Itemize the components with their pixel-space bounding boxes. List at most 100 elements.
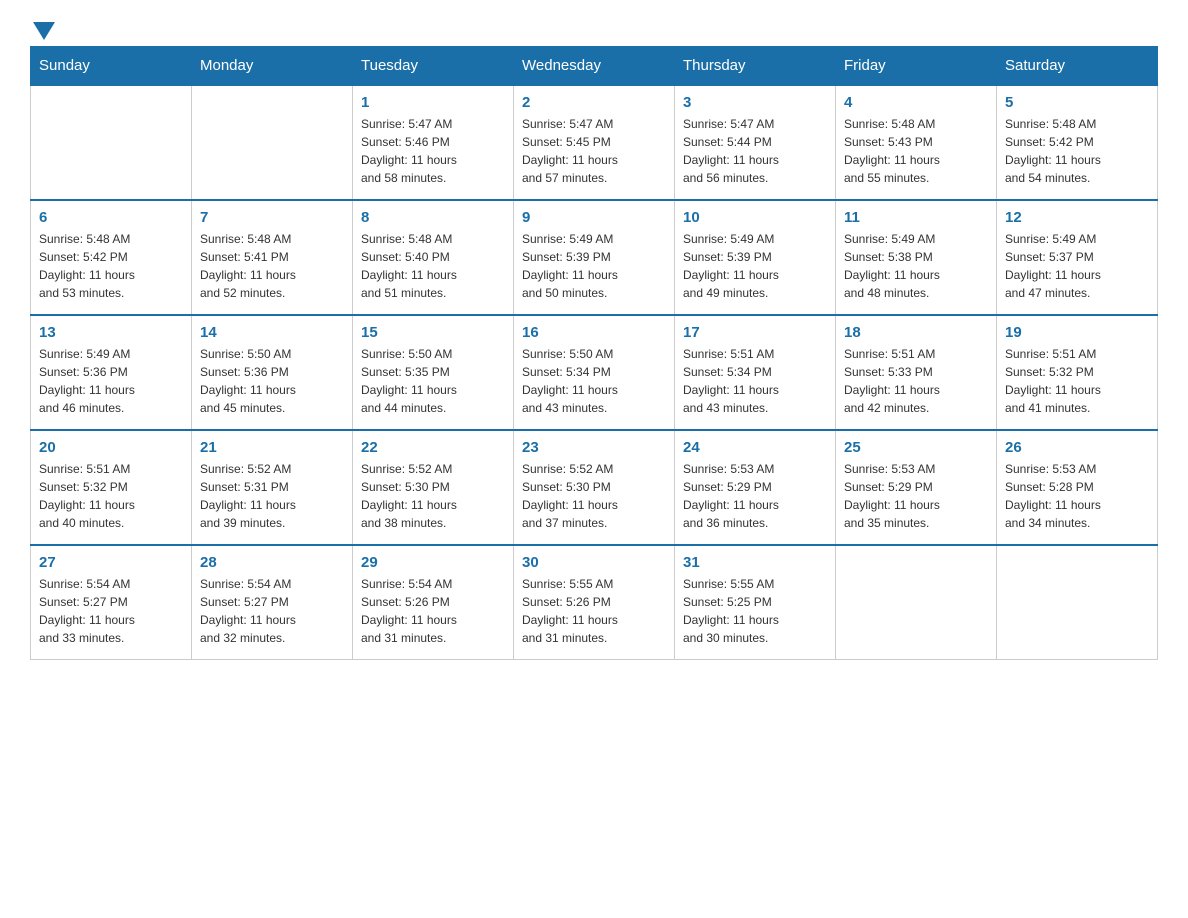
day-number: 31 <box>683 554 827 571</box>
day-info: Sunrise: 5:55 AM Sunset: 5:26 PM Dayligh… <box>522 575 666 647</box>
day-info: Sunrise: 5:54 AM Sunset: 5:27 PM Dayligh… <box>39 575 183 647</box>
day-cell-15: 15 Sunrise: 5:50 AM Sunset: 5:35 PM Dayli… <box>353 315 514 430</box>
day-cell-31: 31 Sunrise: 5:55 AM Sunset: 5:25 PM Dayli… <box>675 545 836 660</box>
day-number: 2 <box>522 94 666 111</box>
weekday-header-monday: Monday <box>192 47 353 86</box>
day-cell-14: 14 Sunrise: 5:50 AM Sunset: 5:36 PM Dayli… <box>192 315 353 430</box>
day-cell-17: 17 Sunrise: 5:51 AM Sunset: 5:34 PM Dayli… <box>675 315 836 430</box>
logo <box>30 20 55 36</box>
day-info: Sunrise: 5:48 AM Sunset: 5:42 PM Dayligh… <box>1005 115 1149 187</box>
day-info: Sunrise: 5:47 AM Sunset: 5:44 PM Dayligh… <box>683 115 827 187</box>
day-cell-11: 11 Sunrise: 5:49 AM Sunset: 5:38 PM Dayli… <box>836 200 997 315</box>
day-info: Sunrise: 5:54 AM Sunset: 5:27 PM Dayligh… <box>200 575 344 647</box>
day-number: 24 <box>683 439 827 456</box>
day-info: Sunrise: 5:47 AM Sunset: 5:45 PM Dayligh… <box>522 115 666 187</box>
day-info: Sunrise: 5:55 AM Sunset: 5:25 PM Dayligh… <box>683 575 827 647</box>
day-cell-19: 19 Sunrise: 5:51 AM Sunset: 5:32 PM Dayli… <box>997 315 1158 430</box>
day-info: Sunrise: 5:50 AM Sunset: 5:36 PM Dayligh… <box>200 345 344 417</box>
day-info: Sunrise: 5:49 AM Sunset: 5:39 PM Dayligh… <box>683 230 827 302</box>
day-number: 1 <box>361 94 505 111</box>
day-number: 19 <box>1005 324 1149 341</box>
day-cell-12: 12 Sunrise: 5:49 AM Sunset: 5:37 PM Dayli… <box>997 200 1158 315</box>
day-number: 3 <box>683 94 827 111</box>
day-info: Sunrise: 5:53 AM Sunset: 5:28 PM Dayligh… <box>1005 460 1149 532</box>
day-info: Sunrise: 5:48 AM Sunset: 5:40 PM Dayligh… <box>361 230 505 302</box>
weekday-header-row: SundayMondayTuesdayWednesdayThursdayFrid… <box>31 47 1158 86</box>
day-number: 5 <box>1005 94 1149 111</box>
day-cell-2: 2 Sunrise: 5:47 AM Sunset: 5:45 PM Daylig… <box>514 85 675 200</box>
day-number: 21 <box>200 439 344 456</box>
day-cell-3: 3 Sunrise: 5:47 AM Sunset: 5:44 PM Daylig… <box>675 85 836 200</box>
empty-cell <box>31 85 192 200</box>
day-cell-6: 6Sunrise: 5:48 AM Sunset: 5:42 PM Daylig… <box>31 200 192 315</box>
day-number: 20 <box>39 439 183 456</box>
day-info: Sunrise: 5:49 AM Sunset: 5:38 PM Dayligh… <box>844 230 988 302</box>
week-row-1: 1 Sunrise: 5:47 AM Sunset: 5:46 PM Daylig… <box>31 85 1158 200</box>
day-info: Sunrise: 5:51 AM Sunset: 5:32 PM Dayligh… <box>1005 345 1149 417</box>
day-info: Sunrise: 5:49 AM Sunset: 5:37 PM Dayligh… <box>1005 230 1149 302</box>
day-cell-1: 1 Sunrise: 5:47 AM Sunset: 5:46 PM Daylig… <box>353 85 514 200</box>
day-number: 28 <box>200 554 344 571</box>
day-number: 15 <box>361 324 505 341</box>
day-cell-8: 8 Sunrise: 5:48 AM Sunset: 5:40 PM Daylig… <box>353 200 514 315</box>
day-cell-30: 30Sunrise: 5:55 AM Sunset: 5:26 PM Dayli… <box>514 545 675 660</box>
day-cell-16: 16 Sunrise: 5:50 AM Sunset: 5:34 PM Dayli… <box>514 315 675 430</box>
day-info: Sunrise: 5:49 AM Sunset: 5:39 PM Dayligh… <box>522 230 666 302</box>
day-cell-26: 26 Sunrise: 5:53 AM Sunset: 5:28 PM Dayli… <box>997 430 1158 545</box>
day-info: Sunrise: 5:51 AM Sunset: 5:33 PM Dayligh… <box>844 345 988 417</box>
day-info: Sunrise: 5:52 AM Sunset: 5:30 PM Dayligh… <box>361 460 505 532</box>
day-cell-13: 13Sunrise: 5:49 AM Sunset: 5:36 PM Dayli… <box>31 315 192 430</box>
day-number: 9 <box>522 209 666 226</box>
weekday-header-wednesday: Wednesday <box>514 47 675 86</box>
day-cell-20: 20 Sunrise: 5:51 AM Sunset: 5:32 PM Dayli… <box>31 430 192 545</box>
day-number: 27 <box>39 554 183 571</box>
day-info: Sunrise: 5:52 AM Sunset: 5:30 PM Dayligh… <box>522 460 666 532</box>
day-number: 22 <box>361 439 505 456</box>
day-info: Sunrise: 5:48 AM Sunset: 5:42 PM Dayligh… <box>39 230 183 302</box>
day-number: 12 <box>1005 209 1149 226</box>
day-number: 17 <box>683 324 827 341</box>
empty-cell <box>192 85 353 200</box>
day-info: Sunrise: 5:54 AM Sunset: 5:26 PM Dayligh… <box>361 575 505 647</box>
day-cell-4: 4 Sunrise: 5:48 AM Sunset: 5:43 PM Daylig… <box>836 85 997 200</box>
day-cell-22: 22 Sunrise: 5:52 AM Sunset: 5:30 PM Dayli… <box>353 430 514 545</box>
day-number: 29 <box>361 554 505 571</box>
day-number: 11 <box>844 209 988 226</box>
calendar-table: SundayMondayTuesdayWednesdayThursdayFrid… <box>30 46 1158 660</box>
day-cell-21: 21 Sunrise: 5:52 AM Sunset: 5:31 PM Dayli… <box>192 430 353 545</box>
day-cell-23: 23 Sunrise: 5:52 AM Sunset: 5:30 PM Dayli… <box>514 430 675 545</box>
day-info: Sunrise: 5:53 AM Sunset: 5:29 PM Dayligh… <box>844 460 988 532</box>
day-number: 14 <box>200 324 344 341</box>
day-info: Sunrise: 5:52 AM Sunset: 5:31 PM Dayligh… <box>200 460 344 532</box>
day-number: 23 <box>522 439 666 456</box>
day-cell-24: 24Sunrise: 5:53 AM Sunset: 5:29 PM Dayli… <box>675 430 836 545</box>
day-cell-18: 18Sunrise: 5:51 AM Sunset: 5:33 PM Dayli… <box>836 315 997 430</box>
page-header <box>30 20 1158 36</box>
day-number: 4 <box>844 94 988 111</box>
day-number: 16 <box>522 324 666 341</box>
day-cell-25: 25Sunrise: 5:53 AM Sunset: 5:29 PM Dayli… <box>836 430 997 545</box>
day-info: Sunrise: 5:50 AM Sunset: 5:34 PM Dayligh… <box>522 345 666 417</box>
day-cell-29: 29 Sunrise: 5:54 AM Sunset: 5:26 PM Dayli… <box>353 545 514 660</box>
week-row-4: 20 Sunrise: 5:51 AM Sunset: 5:32 PM Dayli… <box>31 430 1158 545</box>
day-cell-27: 27 Sunrise: 5:54 AM Sunset: 5:27 PM Dayli… <box>31 545 192 660</box>
week-row-3: 13Sunrise: 5:49 AM Sunset: 5:36 PM Dayli… <box>31 315 1158 430</box>
day-info: Sunrise: 5:47 AM Sunset: 5:46 PM Dayligh… <box>361 115 505 187</box>
day-number: 10 <box>683 209 827 226</box>
day-cell-7: 7Sunrise: 5:48 AM Sunset: 5:41 PM Daylig… <box>192 200 353 315</box>
week-row-5: 27 Sunrise: 5:54 AM Sunset: 5:27 PM Dayli… <box>31 545 1158 660</box>
weekday-header-friday: Friday <box>836 47 997 86</box>
day-info: Sunrise: 5:51 AM Sunset: 5:32 PM Dayligh… <box>39 460 183 532</box>
week-row-2: 6Sunrise: 5:48 AM Sunset: 5:42 PM Daylig… <box>31 200 1158 315</box>
empty-cell <box>836 545 997 660</box>
day-info: Sunrise: 5:48 AM Sunset: 5:43 PM Dayligh… <box>844 115 988 187</box>
day-info: Sunrise: 5:51 AM Sunset: 5:34 PM Dayligh… <box>683 345 827 417</box>
day-number: 26 <box>1005 439 1149 456</box>
day-info: Sunrise: 5:49 AM Sunset: 5:36 PM Dayligh… <box>39 345 183 417</box>
weekday-header-saturday: Saturday <box>997 47 1158 86</box>
day-info: Sunrise: 5:50 AM Sunset: 5:35 PM Dayligh… <box>361 345 505 417</box>
weekday-header-sunday: Sunday <box>31 47 192 86</box>
weekday-header-tuesday: Tuesday <box>353 47 514 86</box>
logo-triangle-icon <box>33 22 55 40</box>
day-number: 8 <box>361 209 505 226</box>
